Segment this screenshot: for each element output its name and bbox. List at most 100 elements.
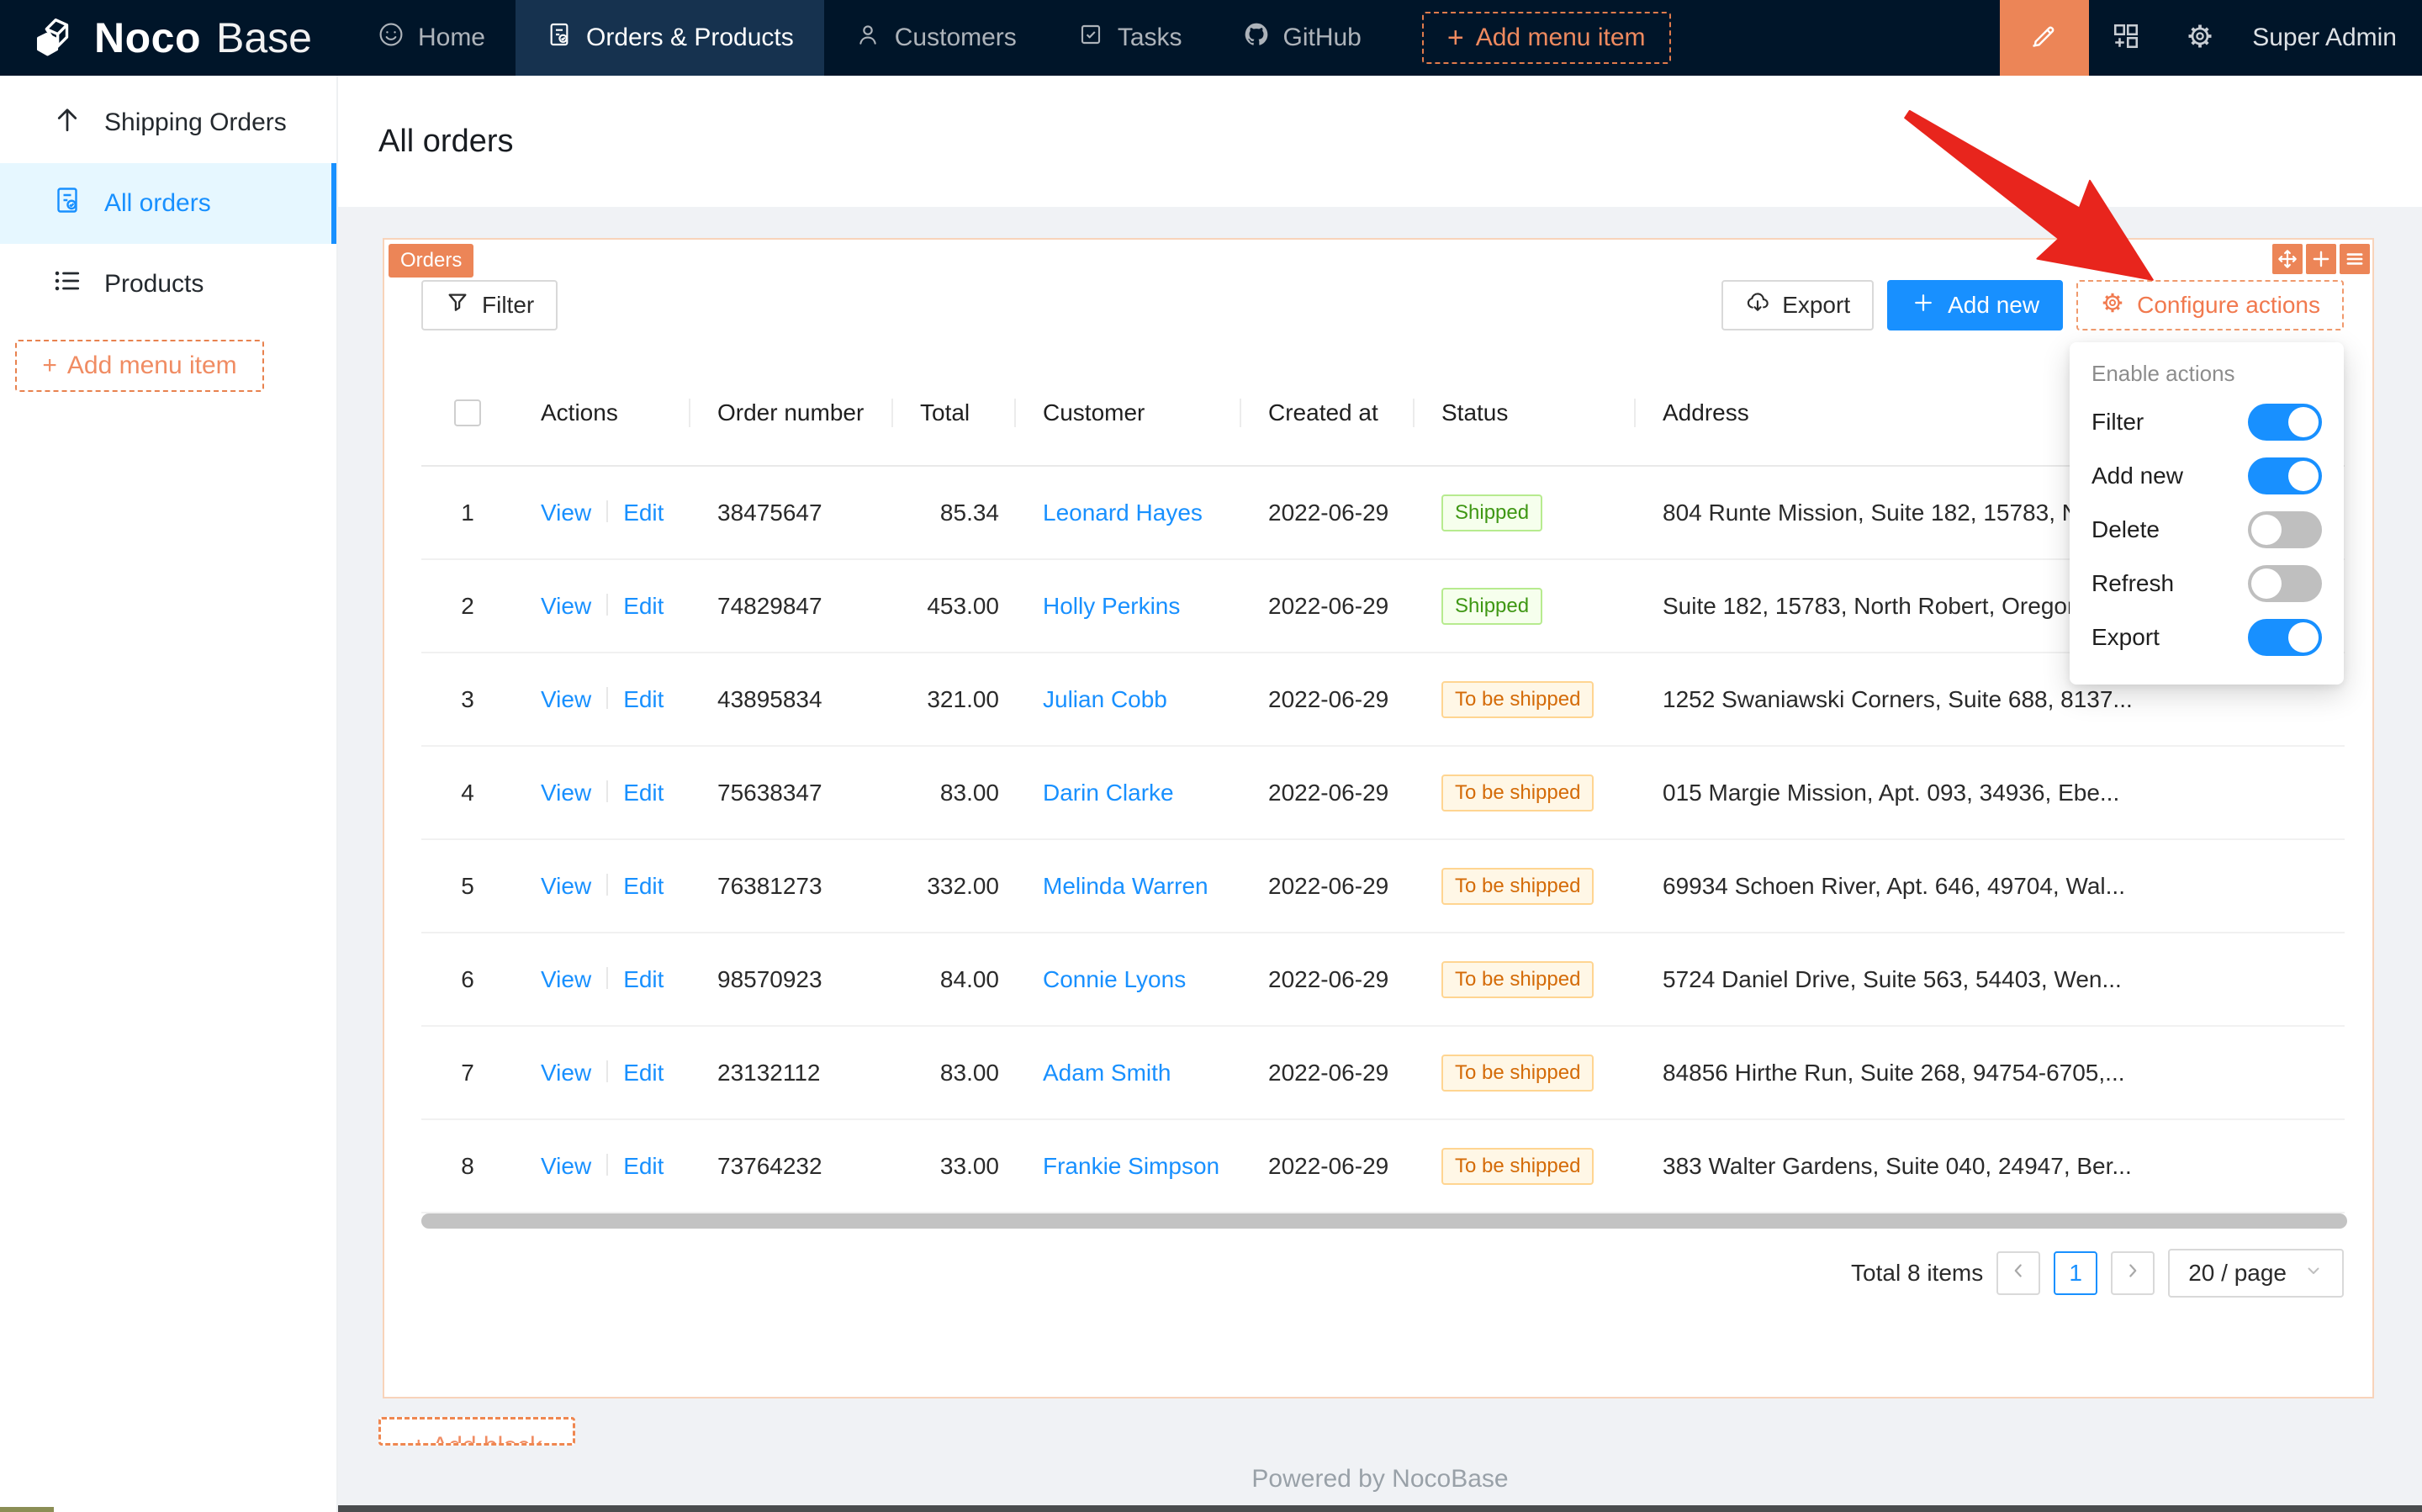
ui-editor-button[interactable] xyxy=(2000,0,2089,76)
add-block-label: + Add block xyxy=(381,1419,573,1446)
customer-link[interactable]: Holly Perkins xyxy=(1043,593,1180,619)
toggle-switch-delete[interactable] xyxy=(2248,511,2322,548)
order-file-icon xyxy=(52,185,82,222)
top-menu-item-label: Home xyxy=(418,24,485,52)
customer-link[interactable]: Julian Cobb xyxy=(1043,686,1167,712)
status-cell: To be shipped xyxy=(1415,839,1636,933)
action-divider xyxy=(606,500,608,522)
created-at-cell: 2022-06-29 xyxy=(1241,1119,1415,1213)
status-badge: To be shipped xyxy=(1441,868,1594,905)
row-action-edit[interactable]: Edit xyxy=(623,500,664,526)
settings-button[interactable] xyxy=(2163,0,2237,76)
pagination-total: Total 8 items xyxy=(1851,1260,1983,1287)
top-navbar: Noco Base Home Orders & ProductsCustomers… xyxy=(0,0,2422,76)
status-badge: To be shipped xyxy=(1441,1148,1594,1185)
customer-link[interactable]: Frankie Simpson xyxy=(1043,1153,1219,1179)
row-action-edit[interactable]: Edit xyxy=(623,1060,664,1086)
row-index-cell: 8 xyxy=(421,1119,514,1213)
toggle-switch-filter[interactable] xyxy=(2248,404,2322,441)
enable-action-row-add-new: Add new xyxy=(2091,449,2322,503)
customer-link[interactable]: Darin Clarke xyxy=(1043,780,1174,806)
drag-handle-icon[interactable] xyxy=(2272,244,2303,274)
row-action-view[interactable]: View xyxy=(541,873,591,899)
customer-link[interactable]: Adam Smith xyxy=(1043,1060,1171,1086)
table-row: 4ViewEdit7563834783.00Darin Clarke2022-0… xyxy=(421,746,2345,839)
add-menu-item-button-side[interactable]: + Add menu item xyxy=(15,340,264,392)
created-at-cell: 2022-06-29 xyxy=(1241,653,1415,746)
row-actions-cell: View Edit xyxy=(514,746,690,839)
status-cell: To be shipped xyxy=(1415,1026,1636,1119)
next-page-button[interactable] xyxy=(2111,1251,2155,1295)
toolbar-right-group: Export Add new xyxy=(1721,280,2344,330)
row-action-view[interactable]: View xyxy=(541,966,591,992)
top-menu-item-home[interactable]: Home xyxy=(347,0,516,76)
table-row: 2ViewEdit74829847453.00Holly Perkins2022… xyxy=(421,559,2345,653)
total-cell: 321.00 xyxy=(893,653,1016,746)
row-action-edit[interactable]: Edit xyxy=(623,686,664,712)
table-row: 3ViewEdit43895834321.00Julian Cobb2022-0… xyxy=(421,653,2345,746)
row-action-view[interactable]: View xyxy=(541,593,591,619)
toggle-switch-add-new[interactable] xyxy=(2248,457,2322,494)
customer-link[interactable]: Melinda Warren xyxy=(1043,873,1208,899)
enable-action-row-refresh: Refresh xyxy=(2091,557,2322,611)
select-all-checkbox[interactable] xyxy=(454,399,481,426)
sidebar-item-all-orders[interactable]: All orders xyxy=(0,163,336,244)
select-all-header-cell xyxy=(421,360,514,466)
page-number-button[interactable]: 1 xyxy=(2054,1251,2097,1295)
row-action-edit[interactable]: Edit xyxy=(623,593,664,619)
export-button-label: Export xyxy=(1782,292,1850,319)
funnel-icon xyxy=(445,290,470,321)
toggle-switch-export[interactable] xyxy=(2248,619,2322,656)
created-at-cell: 2022-06-29 xyxy=(1241,839,1415,933)
status-cell: To be shipped xyxy=(1415,1119,1636,1213)
add-block-icon[interactable] xyxy=(2306,244,2336,274)
add-block-button[interactable]: + Add block xyxy=(378,1417,575,1446)
pagination: Total 8 items 1 20 / page xyxy=(1851,1249,2344,1298)
logo-text-light: Base xyxy=(216,13,312,62)
user-menu[interactable]: Super Admin xyxy=(2237,24,2422,52)
created-at-cell: 2022-06-29 xyxy=(1241,746,1415,839)
status-badge: To be shipped xyxy=(1441,775,1594,812)
block-menu-icon[interactable] xyxy=(2340,244,2370,274)
customer-link[interactable]: Connie Lyons xyxy=(1043,966,1186,992)
plugin-manager-button[interactable] xyxy=(2089,0,2163,76)
row-action-edit[interactable]: Edit xyxy=(623,966,664,992)
sidebar-item-products[interactable]: Products xyxy=(0,244,336,325)
horizontal-scrollbar-thumb[interactable] xyxy=(421,1213,2347,1229)
row-action-view[interactable]: View xyxy=(541,780,591,806)
row-action-view[interactable]: View xyxy=(541,1153,591,1179)
action-divider xyxy=(606,780,608,802)
app-logo[interactable]: Noco Base xyxy=(0,12,347,65)
navbar-right-tools: Super Admin xyxy=(2000,0,2422,76)
export-button[interactable]: Export xyxy=(1721,280,1874,330)
filter-button[interactable]: Filter xyxy=(421,280,558,330)
row-action-edit[interactable]: Edit xyxy=(623,1153,664,1179)
page-size-select[interactable]: 20 / page xyxy=(2168,1249,2344,1298)
row-action-view[interactable]: View xyxy=(541,686,591,712)
sidebar-item-shipping-orders[interactable]: Shipping Orders xyxy=(0,82,336,163)
previous-page-button[interactable] xyxy=(1996,1251,2040,1295)
row-actions-cell: View Edit xyxy=(514,839,690,933)
row-action-edit[interactable]: Edit xyxy=(623,780,664,806)
row-action-edit[interactable]: Edit xyxy=(623,873,664,899)
top-menu-item-orders-products[interactable]: Orders & Products xyxy=(516,0,824,76)
customer-cell: Adam Smith xyxy=(1016,1026,1241,1119)
enable-action-row-export: Export xyxy=(2091,611,2322,664)
add-menu-item-button-top[interactable]: + Add menu item xyxy=(1422,12,1671,64)
row-action-view[interactable]: View xyxy=(541,1060,591,1086)
gear-icon xyxy=(2100,290,2125,321)
configure-actions-button[interactable]: Configure actions xyxy=(2076,280,2344,330)
address-cell: 84856 Hirthe Run, Suite 268, 94754-6705,… xyxy=(1636,1026,2345,1119)
top-menu-item-customers[interactable]: Customers xyxy=(824,0,1047,76)
row-action-view[interactable]: View xyxy=(541,500,591,526)
top-menu-item-github[interactable]: GitHub xyxy=(1213,0,1392,76)
arrow-up-icon xyxy=(52,104,82,141)
column-header-created-at: Created at xyxy=(1241,360,1415,466)
top-menu-item-tasks[interactable]: Tasks xyxy=(1047,0,1213,76)
row-index-cell: 7 xyxy=(421,1026,514,1119)
add-new-button[interactable]: Add new xyxy=(1887,280,2063,330)
toggle-switch-refresh[interactable] xyxy=(2248,565,2322,602)
row-index-cell: 3 xyxy=(421,653,514,746)
customer-link[interactable]: Leonard Hayes xyxy=(1043,500,1203,526)
total-cell: 85.34 xyxy=(893,466,1016,559)
